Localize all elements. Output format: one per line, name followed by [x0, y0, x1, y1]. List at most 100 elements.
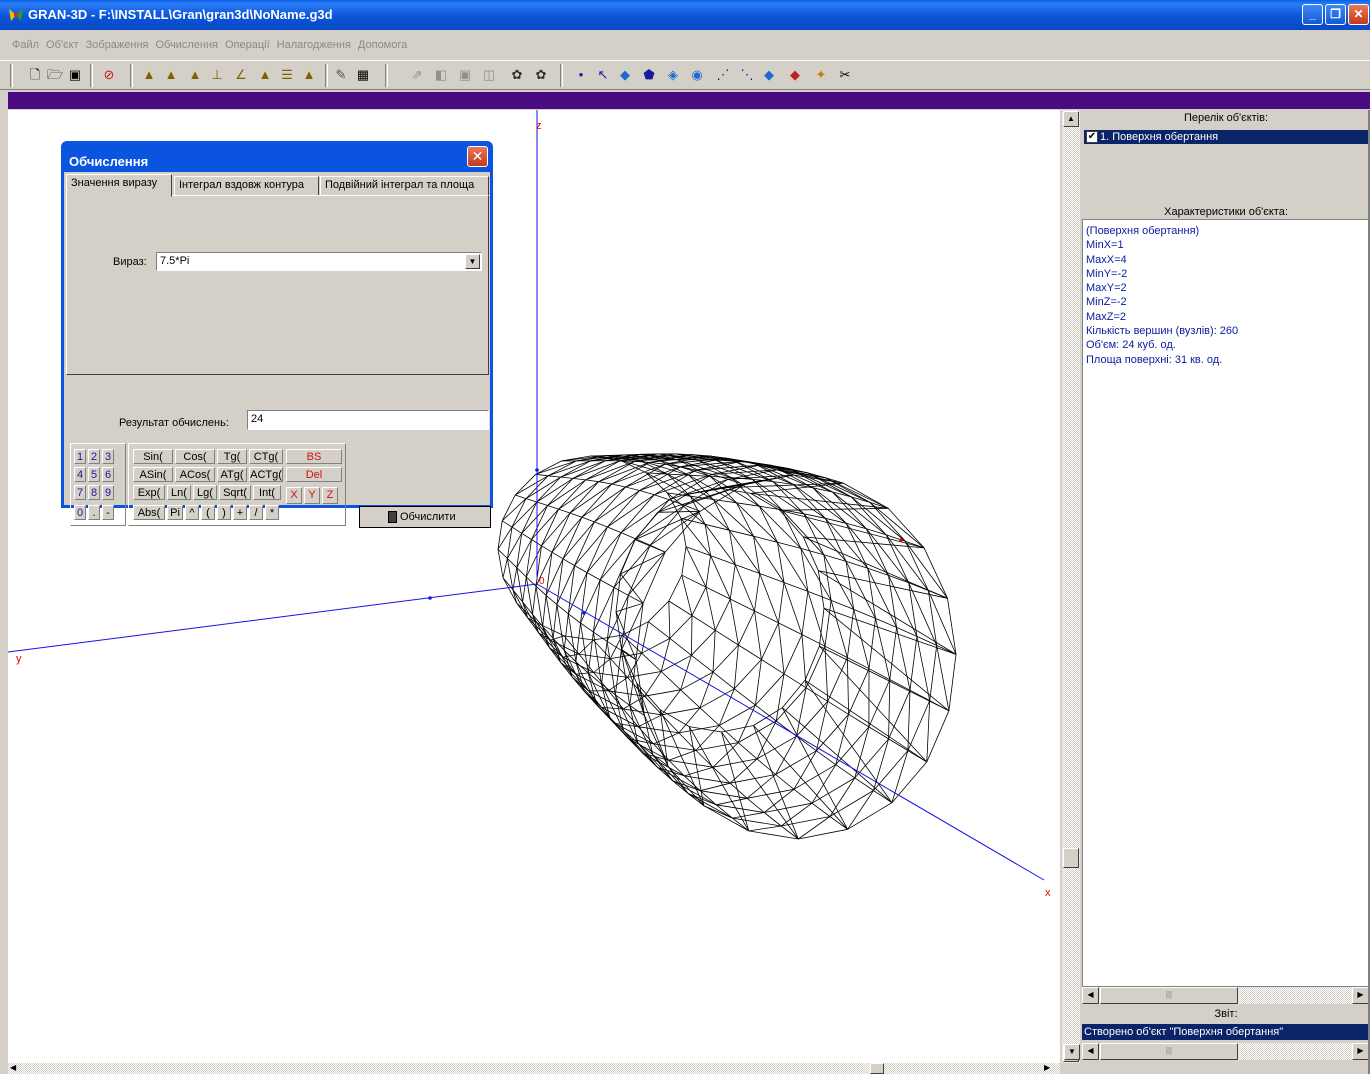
checkbox[interactable]: ✔ [1086, 131, 1098, 143]
var-y-button[interactable]: Y [304, 487, 320, 504]
render-icon[interactable]: ✿ [532, 66, 550, 84]
key-minus[interactable]: - [102, 505, 114, 520]
key-9[interactable]: 9 [102, 485, 114, 500]
viewport-horizontal-scrollbar[interactable]: ◀ ▶ [8, 1063, 1060, 1074]
scroll-right-button[interactable]: ▶ [1352, 987, 1369, 1004]
menu-settings[interactable]: Налагодження [277, 39, 351, 51]
key-actg[interactable]: ACTg( [249, 467, 283, 482]
cylinder-icon[interactable]: ☰ [278, 66, 296, 84]
report-horizontal-scrollbar[interactable]: ◀ ||| ▶ [1082, 1043, 1370, 1060]
cube-icon[interactable]: ◧ [432, 66, 450, 84]
wizard-icon[interactable]: ✎ [332, 66, 350, 84]
key-multiply[interactable]: * [265, 505, 279, 520]
key-2[interactable]: 2 [88, 449, 100, 464]
open-icon[interactable]: 🗁 [46, 66, 64, 84]
paint-icon[interactable]: ✦ [812, 66, 830, 84]
key-6[interactable]: 6 [102, 467, 114, 482]
var-z-button[interactable]: Z [322, 487, 338, 504]
compute-button[interactable]: Обчислити [359, 506, 491, 528]
menu-view[interactable]: Зображення [86, 39, 149, 51]
key-abs[interactable]: Abs( [133, 505, 165, 520]
box-icon[interactable]: ◫ [480, 66, 498, 84]
close-button[interactable]: ✕ [1348, 4, 1369, 25]
scroll-thumb[interactable]: ||| [1100, 1043, 1238, 1060]
arrow-left-icon[interactable]: ◀ [10, 1063, 16, 1072]
solid-icon[interactable]: ▲ [162, 66, 180, 84]
plane-icon[interactable]: ⊥ [208, 66, 226, 84]
pyramid-icon[interactable]: ▲ [300, 66, 318, 84]
surface-icon[interactable]: ▲ [140, 66, 158, 84]
scroll-thumb[interactable] [870, 1063, 884, 1074]
menu-calc[interactable]: Обчислення [155, 39, 218, 51]
exit-icon[interactable]: ⊘ [100, 66, 118, 84]
scroll-left-button[interactable]: ◀ [1082, 987, 1099, 1004]
menu-help[interactable]: Допомога [358, 39, 407, 51]
key-sin[interactable]: Sin( [133, 449, 173, 464]
menu-file[interactable]: Файл [12, 39, 39, 51]
properties-horizontal-scrollbar[interactable]: ◀ ||| ▶ [1082, 987, 1370, 1004]
tab-expression-value[interactable]: Значення виразу [66, 174, 172, 197]
viewport-vertical-scrollbar[interactable]: ▲ ▼ [1062, 110, 1080, 1063]
key-power[interactable]: ^ [185, 505, 199, 520]
delete-button[interactable]: Del [286, 467, 342, 482]
expression-combobox[interactable]: 7.5*Pi ▼ [156, 252, 482, 271]
key-ln[interactable]: Ln( [167, 485, 191, 500]
key-divide[interactable]: / [249, 505, 263, 520]
mix-icon[interactable]: ◆ [786, 66, 804, 84]
key-4[interactable]: 4 [74, 467, 86, 482]
tab-contour-integral[interactable]: Інтеграл вздовж контура [174, 176, 319, 196]
key-close-paren[interactable]: ) [217, 505, 231, 520]
key-0[interactable]: 0 [74, 505, 86, 520]
key-8[interactable]: 8 [88, 485, 100, 500]
key-1[interactable]: 1 [74, 449, 86, 464]
var-x-button[interactable]: X [286, 487, 302, 504]
line-icon[interactable]: ∠ [232, 66, 250, 84]
tab-double-integral[interactable]: Подвійний інтеграл та площа [320, 176, 489, 196]
menu-object[interactable]: Об'єкт [46, 39, 79, 51]
key-plus[interactable]: + [233, 505, 247, 520]
scroll-left-button[interactable]: ◀ [1082, 1043, 1099, 1060]
backspace-button[interactable]: BS [286, 449, 342, 464]
objects-list[interactable]: ✔ 1. Поверхня обертання [1082, 127, 1370, 199]
palette-icon[interactable]: ✿ [508, 66, 526, 84]
key-ctg[interactable]: CTg( [249, 449, 283, 464]
dialog-close-button[interactable]: ✕ [467, 146, 488, 167]
key-exp[interactable]: Exp( [133, 485, 165, 500]
key-tg[interactable]: Tg( [217, 449, 247, 464]
key-open-paren[interactable]: ( [201, 505, 215, 520]
move-icon[interactable]: ⇗ [408, 66, 426, 84]
scroll-right-button[interactable]: ▶ [1352, 1043, 1369, 1060]
key-3[interactable]: 3 [102, 449, 114, 464]
list-item[interactable]: ✔ 1. Поверхня обертання [1084, 130, 1368, 144]
revolve-icon[interactable]: ◉ [688, 66, 706, 84]
rotate-icon[interactable]: ◈ [664, 66, 682, 84]
key-5[interactable]: 5 [88, 467, 100, 482]
key-7[interactable]: 7 [74, 485, 86, 500]
scroll-up-button[interactable]: ▲ [1063, 111, 1079, 127]
save-icon[interactable]: ▣ [66, 66, 84, 84]
key-pi[interactable]: Pi [167, 505, 183, 520]
scroll-thumb[interactable] [1063, 848, 1079, 868]
report-scroll-down-button[interactable]: ▼ [1064, 1044, 1080, 1060]
key-acos[interactable]: ACos( [175, 467, 215, 482]
transform-icon[interactable]: ⋱ [738, 66, 756, 84]
dropdown-button[interactable]: ▼ [465, 254, 480, 269]
key-cos[interactable]: Cos( [175, 449, 215, 464]
surface-op-icon[interactable]: ◆ [760, 66, 778, 84]
point-icon[interactable]: • [572, 66, 590, 84]
key-atg[interactable]: ATg( [217, 467, 247, 482]
calculator-icon[interactable]: ▦ [354, 66, 372, 84]
key-asin[interactable]: ASin( [133, 467, 173, 482]
key-int[interactable]: Int( [253, 485, 281, 500]
key-lg[interactable]: Lg( [193, 485, 217, 500]
segment-icon[interactable]: ↖ [594, 66, 612, 84]
graph-icon[interactable]: ▲ [186, 66, 204, 84]
minimize-button[interactable]: _ [1302, 4, 1323, 25]
key-sqrt[interactable]: Sqrt( [219, 485, 251, 500]
cone-icon[interactable]: ▲ [256, 66, 274, 84]
polygon-icon[interactable]: ◆ [616, 66, 634, 84]
result-field[interactable]: 24 [247, 410, 489, 430]
key-dot[interactable]: . [88, 505, 100, 520]
scroll-thumb[interactable]: ||| [1100, 987, 1238, 1004]
prism-icon[interactable]: ⬟ [640, 66, 658, 84]
